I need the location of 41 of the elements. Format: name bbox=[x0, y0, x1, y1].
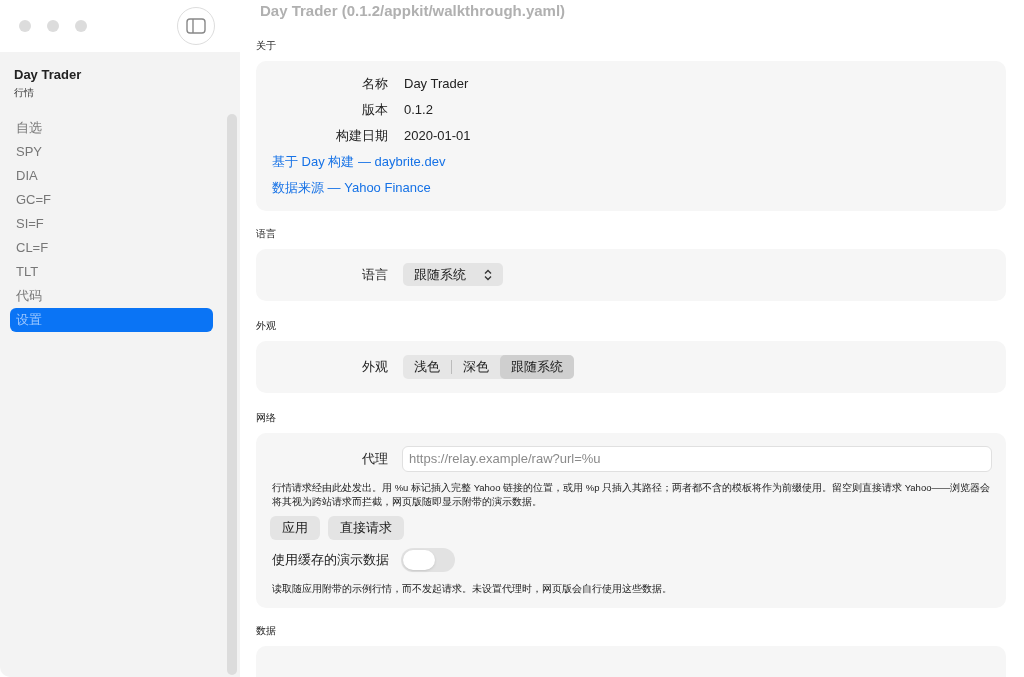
link[interactable]: 数据来源 — Yahoo Finance bbox=[272, 177, 431, 198]
proxy-field[interactable]: https://relay.example/raw?url=%u bbox=[402, 445, 992, 472]
sidebar-item[interactable]: SI=F bbox=[10, 211, 213, 236]
language-select[interactable]: 跟随系统 bbox=[403, 263, 503, 286]
field-value: 0.1.2 bbox=[404, 100, 433, 119]
sidebar-icon bbox=[186, 18, 206, 34]
app-name: Day Trader bbox=[14, 66, 83, 84]
section-heading: 外观 bbox=[256, 318, 277, 333]
field-label: 版本 bbox=[361, 100, 388, 119]
field-value: Day Trader bbox=[404, 74, 469, 93]
sidebar-item[interactable]: TLT bbox=[10, 259, 213, 284]
field-label: 语言 bbox=[361, 265, 388, 284]
window-title: Day Trader (0.1.2/appkit/walkthrough.yaml) bbox=[260, 1, 566, 21]
section-heading: 网络 bbox=[256, 410, 277, 425]
help-text: 行情请求经由此处发出。用 %u 标记插入完整 Yahoo 链接的位置，或用 %p 只插入其路径；两者都不含的模板将作为前缀使用。留空则直接请求 Yahoo——浏览器会将其视为跨站请求而拦截，网页版随即显示附带的演示数据。 bbox=[271, 480, 992, 509]
section-heading: 关于 bbox=[256, 38, 277, 53]
section-heading: 语言 bbox=[256, 226, 277, 241]
toggle-label: 使用缓存的演示数据 bbox=[271, 550, 389, 569]
sidebar-item[interactable]: CL=F bbox=[10, 235, 213, 260]
field-label: 名称 bbox=[361, 74, 388, 93]
section-heading: 数据 bbox=[256, 623, 277, 638]
sidebar-item[interactable]: GC=F bbox=[10, 187, 213, 212]
segment[interactable]: 深色 bbox=[452, 354, 500, 379]
action-button[interactable]: 直接请求 bbox=[328, 515, 404, 540]
field-label: 代理 bbox=[361, 449, 388, 468]
help-text: 读取随应用附带的示例行情，而不发起请求。未设置代理时，网页版会自行使用这些数据。 bbox=[271, 581, 673, 596]
sidebar-item[interactable]: SPY bbox=[10, 139, 213, 164]
sidebar-item[interactable]: 自选 bbox=[10, 115, 213, 140]
action-button[interactable]: 应用 bbox=[270, 515, 320, 540]
chevron-updown-icon bbox=[484, 268, 492, 281]
toggle-switch[interactable] bbox=[401, 547, 455, 572]
sidebar-item[interactable]: 代码 bbox=[10, 283, 213, 308]
field-label: 外观 bbox=[361, 357, 388, 376]
field-label: 构建日期 bbox=[335, 126, 388, 145]
segment[interactable]: 浅色 bbox=[403, 354, 451, 379]
app-subtitle: 行情 bbox=[14, 85, 35, 100]
field-value: 2020-01-01 bbox=[404, 126, 471, 145]
segment[interactable]: 跟随系统 bbox=[500, 354, 574, 379]
sidebar-item[interactable]: 设置 bbox=[10, 307, 213, 332]
sidebar-item[interactable]: DIA bbox=[10, 163, 213, 188]
link[interactable]: 基于 Day 构建 — daybrite.dev bbox=[272, 151, 446, 172]
